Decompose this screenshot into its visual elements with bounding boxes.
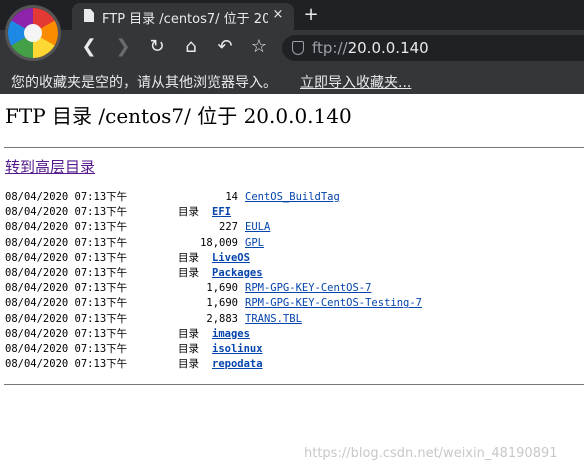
file-link[interactable]: EULA bbox=[245, 220, 270, 235]
directory-link[interactable]: Packages bbox=[212, 266, 263, 281]
file-link[interactable]: CentOS_BuildTag bbox=[245, 190, 340, 205]
directory-link[interactable]: EFI bbox=[212, 205, 231, 220]
entry-size: 1,690 bbox=[206, 297, 238, 310]
entry-dir-label: 目录 bbox=[178, 251, 199, 264]
bookmark-bar: 您的收藏夹是空的，请从其他浏览器导入。 立即导入收藏夹... bbox=[0, 68, 584, 94]
watermark-text: https://blog.csdn.net/weixin_48190891 bbox=[304, 446, 558, 461]
page-title: FTP 目录 /centos7/ 位于 20.0.0.140 bbox=[5, 104, 352, 128]
directory-link[interactable]: images bbox=[212, 327, 250, 342]
directory-link[interactable]: repodata bbox=[212, 357, 263, 372]
directory-link[interactable]: LiveOS bbox=[212, 251, 250, 266]
file-link[interactable]: GPL bbox=[245, 236, 264, 251]
undo-icon[interactable]: ↶ bbox=[214, 36, 236, 58]
entry-size: 14 bbox=[225, 191, 238, 203]
entry-date: 08/04/2020 07:13下午 bbox=[5, 206, 128, 219]
directory-link[interactable]: isolinux bbox=[212, 342, 263, 357]
shield-icon[interactable] bbox=[292, 41, 304, 55]
bookmark-star-icon[interactable]: ☆ bbox=[248, 36, 270, 58]
entry-date: 08/04/2020 07:13下午 bbox=[5, 266, 128, 279]
home-icon[interactable]: ⌂ bbox=[180, 36, 202, 58]
file-link[interactable]: TRANS.TBL bbox=[245, 312, 302, 327]
parent-directory-link[interactable]: 转到高层目录 bbox=[5, 156, 95, 177]
url-host: 20.0.0.140 bbox=[347, 39, 429, 57]
address-bar[interactable]: ftp://20.0.0.140 bbox=[282, 35, 584, 61]
bookmark-empty-notice: 您的收藏夹是空的，请从其他浏览器导入。 bbox=[11, 75, 277, 91]
tab-title: FTP 目录 /centos7/ 位于 20.0.0.140 bbox=[102, 12, 268, 26]
reload-icon[interactable]: ↻ bbox=[146, 36, 168, 58]
tab-ftp-directory[interactable]: FTP 目录 /centos7/ 位于 20.0.0.140 × bbox=[72, 3, 294, 30]
entry-dir-label: 目录 bbox=[178, 327, 199, 340]
close-tab-icon[interactable]: × bbox=[270, 6, 286, 24]
import-bookmarks-link[interactable]: 立即导入收藏夹... bbox=[300, 72, 411, 92]
entry-dir-label: 目录 bbox=[178, 266, 199, 279]
divider-bottom bbox=[4, 384, 584, 385]
back-arrow-icon[interactable]: ❮ bbox=[78, 36, 100, 58]
forward-arrow-icon[interactable]: ❯ bbox=[112, 36, 134, 58]
entry-date: 08/04/2020 07:13下午 bbox=[5, 342, 128, 355]
entry-date: 08/04/2020 07:13下午 bbox=[5, 191, 128, 203]
new-tab-button[interactable]: + bbox=[300, 4, 322, 26]
entry-size: 1,690 bbox=[206, 282, 238, 295]
file-link[interactable]: RPM-GPG-KEY-CentOS-7 bbox=[245, 281, 371, 296]
page-content: FTP 目录 /centos7/ 位于 20.0.0.140 转到高层目录 08… bbox=[0, 94, 584, 475]
entry-date: 08/04/2020 07:13下午 bbox=[5, 282, 128, 295]
entry-date: 08/04/2020 07:13下午 bbox=[5, 251, 128, 264]
entry-dir-label: 目录 bbox=[178, 358, 199, 371]
browser-logo-icon[interactable] bbox=[8, 8, 58, 58]
divider-top bbox=[4, 147, 584, 148]
entry-dir-label: 目录 bbox=[178, 342, 199, 355]
page-icon bbox=[84, 9, 94, 22]
browser-chrome: FTP 目录 /centos7/ 位于 20.0.0.140 × + ❮ ❯ ↻… bbox=[0, 0, 584, 94]
entry-date: 08/04/2020 07:13下午 bbox=[5, 327, 128, 340]
entry-date: 08/04/2020 07:13下午 bbox=[5, 236, 128, 249]
entry-size: 18,009 bbox=[200, 236, 238, 249]
entry-date: 08/04/2020 07:13下午 bbox=[5, 358, 128, 371]
file-link[interactable]: RPM-GPG-KEY-CentOS-Testing-7 bbox=[245, 296, 422, 311]
entry-date: 08/04/2020 07:13下午 bbox=[5, 297, 128, 310]
entry-date: 08/04/2020 07:13下午 bbox=[5, 221, 128, 234]
entry-dir-label: 目录 bbox=[178, 206, 199, 219]
entry-size: 2,883 bbox=[206, 312, 238, 325]
entry-size: 227 bbox=[219, 221, 238, 234]
entry-date: 08/04/2020 07:13下午 bbox=[5, 312, 128, 325]
url-text[interactable]: ftp://20.0.0.140 bbox=[312, 39, 429, 57]
url-scheme: ftp:// bbox=[312, 39, 348, 57]
